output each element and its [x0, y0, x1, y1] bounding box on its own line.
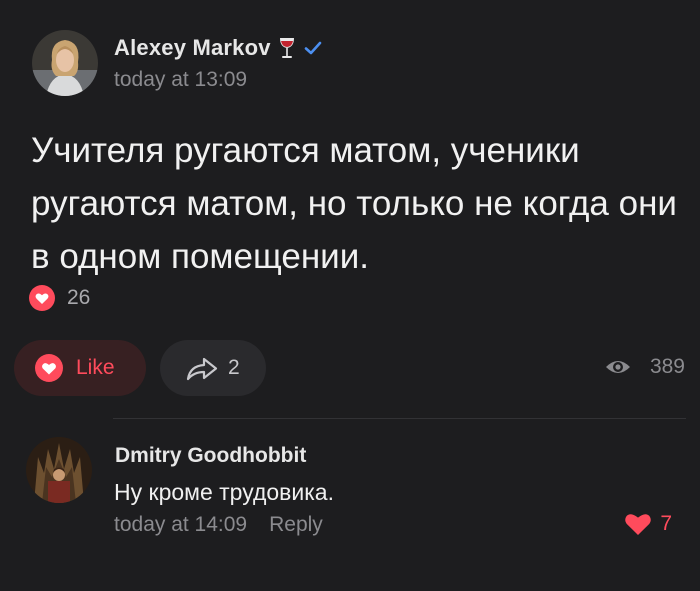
reaction-summary[interactable]: 26 — [28, 284, 90, 312]
like-label: Like — [76, 356, 115, 379]
commenter-name[interactable]: Dmitry Goodhobbit — [115, 444, 306, 468]
eye-icon — [604, 357, 632, 377]
author-avatar[interactable] — [32, 30, 98, 96]
comment-like-count: 7 — [660, 512, 672, 535]
verified-check-icon — [303, 38, 323, 58]
commenter-avatar[interactable] — [26, 437, 92, 503]
post-header: Alexey Markov today at 13:09 — [32, 28, 323, 98]
share-arrow-icon — [185, 354, 219, 382]
views-counter: 389 — [604, 355, 685, 379]
share-count: 2 — [228, 356, 240, 379]
comment-text: Ну кроме трудовика. — [114, 479, 334, 505]
divider — [113, 418, 686, 419]
like-button[interactable]: Like — [14, 340, 146, 396]
post-timestamp: today at 13:09 — [114, 67, 248, 91]
comment-timestamp: today at 14:09 — [114, 513, 248, 536]
heart-icon — [624, 512, 652, 536]
wine-glass-icon — [278, 36, 296, 60]
reply-button[interactable]: Reply — [269, 513, 323, 537]
reaction-count: 26 — [67, 286, 91, 309]
heart-icon — [28, 284, 56, 312]
comment-like-button[interactable]: 7 — [624, 512, 672, 536]
share-button[interactable]: 2 — [160, 340, 266, 396]
heart-icon — [34, 353, 64, 383]
views-count: 389 — [649, 355, 685, 378]
post-text: Учителя ругаются матом, ученики ругаются… — [31, 131, 677, 276]
comment-meta: today at 14:09 Reply — [114, 513, 323, 537]
author-name[interactable]: Alexey Markov — [114, 35, 271, 61]
